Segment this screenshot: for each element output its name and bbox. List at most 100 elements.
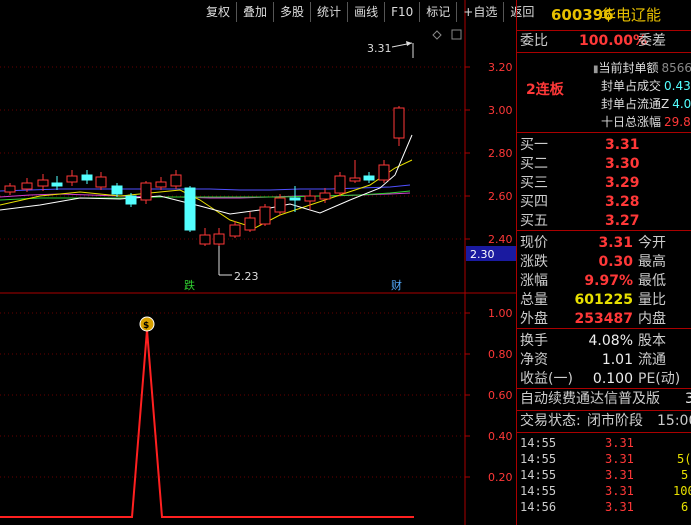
candle[interactable] (319, 192, 331, 200)
quote-row: 现价 3.31 今开 (520, 235, 666, 251)
candle[interactable] (334, 175, 346, 194)
money-bag-icon: $ (139, 316, 155, 332)
candle[interactable] (125, 195, 137, 205)
bid-label: 买三 (520, 175, 548, 191)
price-tick: 2.80 (488, 147, 513, 160)
bid-row[interactable]: 买二 3.30 (517, 154, 691, 173)
weibi-row: 委比 100.00% 委差 (517, 30, 691, 52)
candle[interactable] (199, 234, 211, 245)
indicator-tick: 0.80 (488, 348, 513, 361)
candle[interactable] (140, 182, 152, 201)
promo-row[interactable]: 自动续费通达信普及版 3 (517, 388, 691, 410)
candle[interactable] (349, 177, 361, 182)
candle[interactable] (393, 107, 405, 139)
bid-price: 3.29 (605, 175, 640, 191)
diamond-icon[interactable] (432, 30, 442, 40)
indicator-tick: 1.00 (488, 307, 513, 320)
chart-toolbar: 复权 叠加 多股 统计 画线 F10 标记 +自选 返回 (200, 2, 540, 22)
candle[interactable] (244, 217, 256, 231)
candle[interactable] (51, 182, 63, 187)
promo-text[interactable]: 自动续费通达信普及版 (520, 389, 660, 409)
candle[interactable] (66, 175, 78, 183)
indicator-tick: 0.40 (488, 430, 513, 443)
fund-row: 换手 4.08% 股本 (520, 333, 666, 349)
bid-price: 3.30 (605, 156, 640, 172)
tick-row: 14:55 3.31 5 (520, 468, 689, 482)
button-draw-line[interactable]: 画线 (347, 2, 384, 22)
limit-item-label: 封单占成交 (601, 79, 662, 93)
bid-row[interactable]: 买四 3.28 (517, 192, 691, 211)
tick-row: 14:56 3.31 6 (520, 500, 689, 514)
button-multi-stock[interactable]: 多股 (273, 2, 310, 22)
button-overlay[interactable]: 叠加 (236, 2, 273, 22)
weicha-label: 委差 (638, 33, 666, 49)
chart-area[interactable]: 3.20 3.00 2.80 2.60 2.40 2.30 1.00 0.80 … (0, 0, 516, 525)
limit-item-value: 29.8 (664, 115, 691, 129)
button-add-watchlist[interactable]: +自选 (456, 2, 503, 22)
price-tick: 3.20 (488, 61, 513, 74)
button-mark[interactable]: 标记 (419, 2, 456, 22)
candle[interactable] (155, 181, 167, 188)
tick-list: 14:55 3.31 14:55 3.31 5( 14:55 3.31 5 14:55 3.… (517, 432, 691, 515)
candle[interactable] (111, 185, 123, 195)
candle[interactable] (229, 224, 241, 237)
event-marker-die[interactable]: 跌 (184, 278, 195, 292)
button-statistics[interactable]: 统计 (310, 2, 347, 22)
quote-row: 外盘 253487 内盘 (520, 311, 666, 327)
quote-row: 涨幅 9.97% 最低 (520, 273, 666, 289)
limit-item-label: 当前封单额 (598, 61, 659, 75)
limit-item-value: 4.0 (672, 97, 691, 111)
limit-item-value: 0.43 (664, 79, 691, 93)
candle[interactable] (363, 175, 375, 181)
svg-text:$: $ (143, 321, 149, 331)
candle[interactable] (213, 233, 225, 245)
candle[interactable] (378, 164, 390, 181)
quote-row: 涨跌 0.30 最高 (520, 254, 666, 270)
tick-row: 14:553.31100 (520, 484, 691, 498)
bid-price: 3.28 (605, 194, 640, 210)
candle[interactable] (274, 197, 286, 213)
fundamental-block: 换手 4.08% 股本 净资 1.01 流通 收益(一) 0.100 PE(动) (517, 328, 691, 388)
candle[interactable] (184, 187, 196, 231)
price-tick: 3.00 (488, 104, 513, 117)
candle[interactable] (170, 174, 182, 187)
trade-status-label: 交易状态: (520, 413, 581, 429)
button-fuquan[interactable]: 复权 (200, 2, 236, 22)
current-price-label: 2.30 (470, 248, 495, 261)
quote-block: 现价 3.31 今开 涨跌 0.30 最高 涨幅 9.97% 最低 总量 601225 量比 外… (517, 230, 691, 328)
trade-status-time: 15:00 (657, 413, 691, 429)
candle[interactable] (259, 206, 271, 225)
candle[interactable] (304, 195, 316, 202)
quote-panel: 600396 华电辽能 委比 100.00% 委差 2连板 ▮当前封单额 8566… (516, 0, 691, 525)
streak-label: 2连板 (526, 82, 564, 98)
quote-row: 总量 601225 量比 (520, 292, 666, 308)
bid-label: 买一 (520, 137, 548, 153)
event-marker-cai[interactable]: 财 (391, 278, 402, 292)
bid-row[interactable]: 买一 3.31 (517, 135, 691, 154)
trade-status-value: 闭市阶段 (587, 413, 643, 429)
candle[interactable] (95, 176, 107, 188)
bid-price: 3.27 (605, 213, 640, 229)
low-price-label: 2.23 (234, 270, 259, 283)
bid-row[interactable]: 买三 3.29 (517, 173, 691, 192)
weibi-label: 委比 (520, 33, 548, 49)
stock-header: 600396 华电辽能 (517, 0, 691, 30)
candle[interactable] (21, 182, 33, 190)
candle[interactable] (81, 174, 93, 181)
fund-row: 收益(一) 0.100 PE(动) (520, 371, 681, 387)
bid-label: 买二 (520, 156, 548, 172)
bid-label: 买五 (520, 213, 548, 229)
square-icon[interactable] (451, 29, 462, 40)
weibi-value: 100.00% (579, 33, 648, 49)
high-price-label: 3.31 (367, 42, 392, 55)
tick-row: 14:55 3.31 5( (520, 452, 691, 466)
bid-row[interactable]: 买五 3.27 (517, 211, 691, 230)
bid-price: 3.31 (605, 137, 640, 153)
button-f10[interactable]: F10 (384, 2, 419, 22)
fund-row: 净资 1.01 流通 (520, 352, 666, 368)
candle[interactable] (289, 197, 301, 201)
candle[interactable] (37, 179, 49, 187)
kline-chart[interactable]: 3.20 3.00 2.80 2.60 2.40 2.30 1.00 0.80 … (0, 0, 516, 525)
candle[interactable] (4, 185, 16, 193)
indicator-tick: 0.60 (488, 389, 513, 402)
